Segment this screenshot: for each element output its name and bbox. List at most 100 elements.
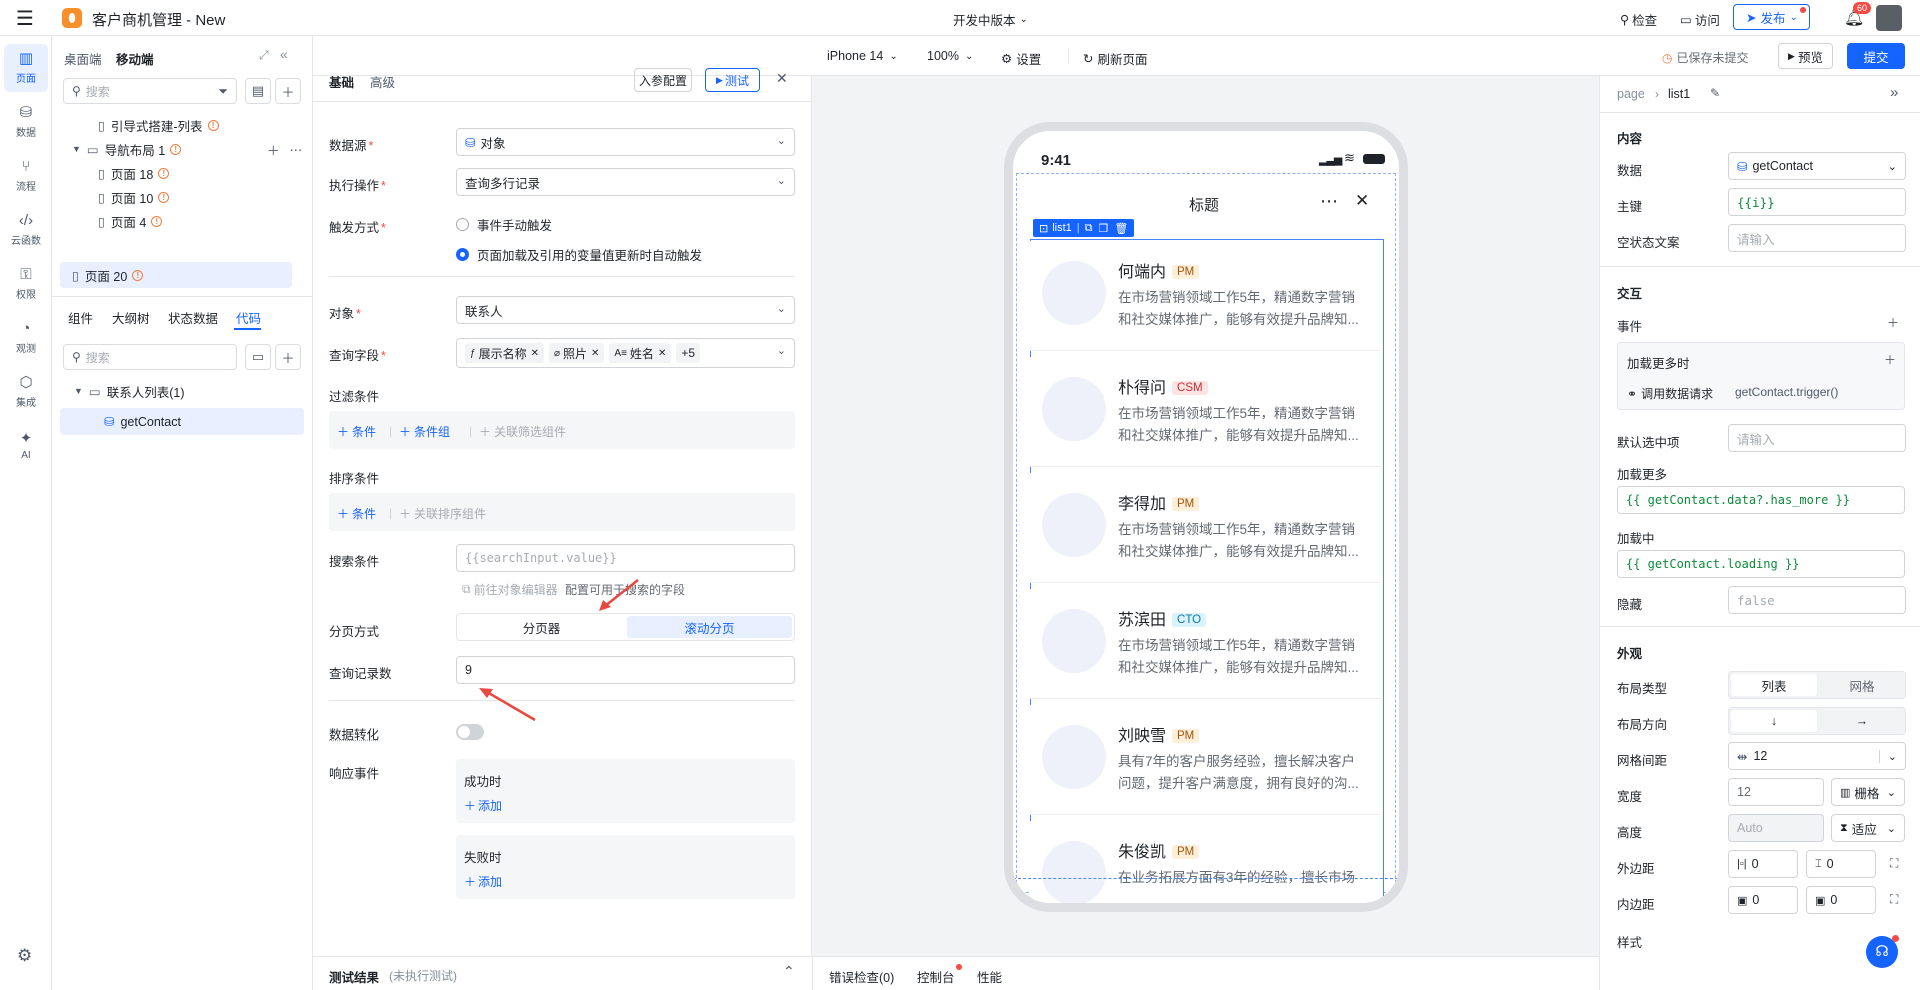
paging-scroll-option[interactable]: 滚动分页 (627, 616, 792, 638)
count-input[interactable]: 9 (456, 656, 795, 684)
call-request-action[interactable]: ⚭ 调用数据请求 (1627, 385, 1713, 402)
margin-vertical-input[interactable]: ⌶ 0 (1806, 850, 1876, 878)
page-template-button[interactable]: ▤ (245, 78, 271, 104)
close-icon[interactable]: ✕ (531, 348, 539, 359)
settings-button[interactable]: ⚙ 设置 (1001, 49, 1041, 68)
add-condition-button[interactable]: ＋条件 (337, 423, 376, 440)
fields-select[interactable]: ƒ 展示名称 ✕ ⌀ 照片 ✕ A≡ 姓名 ✕ +5 ⌄ (456, 338, 795, 368)
goto-object-editor-link[interactable]: ⧉ 前往对象编辑器 (462, 581, 558, 598)
edit-icon[interactable]: ✎ (1710, 86, 1720, 100)
direction-right-option[interactable]: → (1819, 710, 1905, 732)
check-button[interactable]: ⚲ 检查 (1620, 10, 1657, 29)
padding-link-icon[interactable]: ⛶ (1890, 892, 1898, 907)
margin-horizontal-input[interactable]: |▫| 0 (1728, 850, 1798, 878)
expand-icon[interactable]: ⤢ (259, 48, 269, 63)
link-filter-button[interactable]: ＋关联筛选组件 (479, 423, 566, 440)
publish-button[interactable]: ➤ 发布 ⌄ (1733, 4, 1810, 30)
delete-icon[interactable]: 🗑︎ (1114, 222, 1128, 235)
refresh-button[interactable]: ↻ 刷新页面 (1083, 49, 1148, 68)
data-select[interactable]: ⛁ getContact ⌄ (1728, 152, 1906, 180)
load-more-input[interactable]: {{ getContact.data?.has_more }} (1617, 486, 1905, 514)
hamburger-menu-icon[interactable]: ☰ (16, 6, 34, 31)
tab-desktop[interactable]: 桌面端 (64, 49, 102, 68)
close-icon[interactable]: ✕ (1355, 191, 1369, 211)
height-input[interactable]: Auto (1728, 814, 1824, 842)
list-item[interactable]: 朴得问 CSM 在市场营销领域工作5年，精通数字营销 和社交媒体推广，能够有效提升品牌… (1030, 357, 1382, 467)
add-code-button[interactable]: ＋ (275, 344, 301, 370)
list-selection-tag[interactable]: ⊡ list1 | ⧉ ❐ 🗑︎ (1033, 219, 1135, 237)
breadcrumb-page[interactable]: page (1617, 87, 1645, 101)
close-icon[interactable]: ✕ (658, 348, 666, 359)
close-icon[interactable]: ✕ (776, 70, 788, 87)
version-selector[interactable]: 开发中版本 ⌄ (953, 10, 1028, 29)
plus-icon[interactable]: ＋ (1884, 351, 1896, 368)
add-folder-button[interactable]: ▭ (245, 344, 271, 370)
code-item-selected[interactable]: ⛁ getContact (60, 408, 304, 435)
tree-node[interactable]: ▯ 页面 10! (98, 184, 170, 210)
transform-toggle[interactable] (456, 724, 484, 740)
padding-vertical-input[interactable]: ▣ 0 (1806, 886, 1876, 914)
collapse-right-icon[interactable]: » (1890, 84, 1898, 101)
console-tab[interactable]: 控制台 (917, 967, 955, 986)
empty-text-input[interactable]: 请输入 (1728, 224, 1906, 252)
trigger-auto-radio[interactable]: 页面加载及引用的变量值更新时自动触发 (456, 245, 702, 264)
duplicate-icon[interactable]: ❐ (1099, 222, 1109, 235)
add-sort-condition-button[interactable]: ＋条件 (337, 505, 376, 522)
default-selected-input[interactable]: 请输入 (1728, 424, 1906, 452)
tab-components[interactable]: 组件 (68, 308, 93, 327)
rail-item-page[interactable]: ▥ 页面 (4, 44, 48, 92)
action-select[interactable]: 查询多行记录 ⌄ (456, 168, 795, 196)
test-button[interactable]: ▶ 测试 (705, 68, 760, 92)
preview-button[interactable]: ▶ 预览 (1778, 43, 1833, 69)
width-unit-select[interactable]: ▥ 栅格 ⌄ (1831, 778, 1905, 806)
list-item[interactable]: 李得加 PM 在市场营销领域工作5年，精通数字营销 和社交媒体推广，能够有效提升品牌知… (1030, 473, 1382, 583)
submit-button[interactable]: 提交 (1847, 43, 1905, 69)
rail-item-integration[interactable]: ⬡ 集成 (4, 368, 48, 416)
add-page-button[interactable]: ＋ (275, 78, 301, 104)
width-input[interactable]: 12 (1728, 778, 1824, 806)
tree-search-input[interactable]: ⚲ 搜索 ⏷ (63, 78, 237, 104)
tab-basic[interactable]: 基础 (329, 72, 354, 91)
loading-input[interactable]: {{ getContact.loading }} (1617, 550, 1905, 578)
tree-node[interactable]: ▯ 页面 18! (98, 160, 170, 186)
list-item[interactable]: 何端内 PM 在市场营销领域工作5年，精通数字营销 和社交媒体推广，能够有效提升品牌知… (1030, 241, 1382, 351)
margin-link-icon[interactable]: ⛶ (1890, 856, 1898, 871)
datasource-select[interactable]: ⛁ 对象 ⌄ (456, 128, 795, 156)
tab-outline[interactable]: 大纲树 (112, 308, 150, 327)
tree-node[interactable]: ▯ 页面 4! (98, 208, 163, 234)
layout-list-option[interactable]: 列表 (1731, 674, 1817, 696)
avatar[interactable] (1876, 5, 1902, 31)
tab-advanced[interactable]: 高级 (370, 72, 395, 91)
layout-grid-option[interactable]: 网格 (1819, 674, 1905, 696)
link-sort-button[interactable]: ＋关联排序组件 (399, 505, 486, 522)
direction-down-option[interactable]: ↓ (1731, 710, 1817, 732)
expand-up-icon[interactable]: ⌃ (783, 963, 795, 980)
more-icon[interactable]: ⋯ (290, 142, 303, 157)
search-condition-input[interactable]: {{searchInput.value}} (456, 544, 795, 572)
settings-gear-icon[interactable]: ⚙ (17, 946, 32, 966)
rail-item-ai[interactable]: ✦ AI (4, 422, 48, 470)
visit-button[interactable]: ▭ 访问 (1680, 10, 1720, 29)
paging-pager-option[interactable]: 分页器 (459, 616, 624, 638)
tree-node-selected[interactable]: ▯ 页面 20! (60, 262, 292, 288)
code-group[interactable]: ▼ ▭ 联系人列表(1) (74, 378, 185, 404)
close-icon[interactable]: ✕ (591, 348, 599, 359)
tab-code[interactable]: 代码 (236, 308, 261, 327)
object-select[interactable]: 联系人 ⌄ (456, 296, 795, 324)
code-search-input[interactable]: ⚲ 搜索 (63, 344, 237, 370)
list-item[interactable]: 刘映雪 PM 具有7年的客户服务经验，擅长解决客户 问题，提升客户满意度，拥有良好的沟… (1030, 705, 1382, 815)
filter-icon[interactable]: ⏷ (218, 84, 228, 99)
hidden-input[interactable]: false (1728, 586, 1906, 614)
add-fail-action-button[interactable]: ＋添加 (464, 873, 502, 890)
key-input[interactable]: {{i}} (1728, 188, 1906, 216)
params-config-button[interactable]: 入参配置 (634, 68, 692, 92)
tab-mobile[interactable]: 移动端 (116, 49, 154, 68)
test-result-label[interactable]: 测试结果 (329, 967, 379, 986)
plus-icon[interactable]: ＋ (267, 140, 280, 159)
tree-node[interactable]: ▯ 引导式搭建-列表! (98, 112, 219, 138)
rail-item-flow[interactable]: ⑂ 流程 (4, 152, 48, 200)
rail-item-data[interactable]: ⛁ 数据 (4, 98, 48, 146)
trigger-manual-radio[interactable]: 事件手动触发 (456, 215, 552, 234)
collapse-panel-icon[interactable]: « (280, 46, 288, 62)
device-selector[interactable]: iPhone 14 ⌄ (827, 49, 898, 63)
